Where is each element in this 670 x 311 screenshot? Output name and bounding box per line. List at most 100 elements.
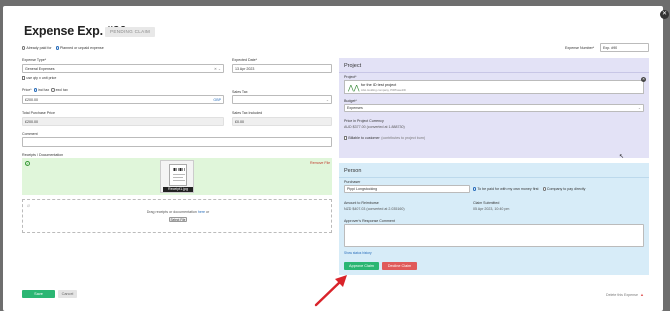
expected-date-label: Expected Date* <box>232 58 257 62</box>
project-label: Project* <box>344 75 357 79</box>
expense-type-label: Expense Type* <box>22 58 47 62</box>
billable-label: Billable to customer <box>348 136 380 140</box>
cancel-button[interactable]: Cancel <box>58 290 77 298</box>
receipt-line <box>173 180 185 181</box>
expense-modal: ✕ Expense Exp. #90 PENDING CLAIM Already… <box>3 6 669 311</box>
radio-own-money[interactable] <box>473 187 477 191</box>
remove-project-icon[interactable]: ✕ <box>641 77 646 82</box>
planned-label: Planned or unpaid expense <box>59 46 104 50</box>
price-value: £200.00 <box>25 98 38 102</box>
radio-company-pays[interactable] <box>542 187 546 191</box>
radio-already-paid[interactable] <box>22 46 26 50</box>
clear-chevron-icon[interactable]: ✕ ⌄ <box>214 65 221 72</box>
receipt-image <box>169 164 187 186</box>
budget-value: Expenses <box>347 106 363 110</box>
divider <box>339 72 649 73</box>
project-section-title: Project <box>344 63 362 69</box>
payment-mode-group: Already paid for Planned or unpaid expen… <box>22 46 104 50</box>
drop-text-prefix: Drag receipts or documentation <box>146 210 198 214</box>
expense-number-label: Expense Number* <box>565 46 595 50</box>
save-button[interactable]: Save <box>22 290 55 298</box>
billable-note: (contributes to project burn) <box>381 136 426 140</box>
radio-incl-tax[interactable] <box>33 88 37 92</box>
payer-options: To be paid for with my own money first C… <box>473 187 585 191</box>
radio-excl-tax[interactable] <box>51 88 55 92</box>
receipt-upload-area: ✓ Remove File Receipt1.jpg <box>22 158 332 195</box>
receipt-thumbnail[interactable]: Receipt1.jpg <box>160 160 194 193</box>
price-label: Price* <box>22 88 32 92</box>
receipt-filename: Receipt1.jpg <box>163 187 193 192</box>
receipts-label: Receipts / Documentation <box>22 153 64 157</box>
sales-tax-included-label: Sales Tax Included <box>232 111 263 115</box>
drop-text-suffix: or <box>205 210 210 214</box>
remove-file-link[interactable]: Remove File <box>310 161 330 165</box>
radio-planned[interactable] <box>55 46 59 50</box>
receipt-drop-zone[interactable]: ⌀ Drag receipts or documentation here or… <box>22 199 332 233</box>
expected-date-field[interactable]: 13 Apr 2023 <box>232 64 332 73</box>
annotation-arrow-icon <box>314 275 347 307</box>
sales-tax-included-value: £0.00 <box>232 117 332 126</box>
purchaser-field[interactable]: Pippi Longstocking <box>344 185 470 193</box>
select-file-button[interactable]: Select File <box>169 217 187 222</box>
project-sub: AGL Holding company, P0Phase2ID <box>361 88 406 92</box>
barcode-icon <box>173 168 185 171</box>
close-icon[interactable]: ✕ <box>660 10 669 19</box>
project-panel: Project Project* ⋀⋀ for the ID test proj… <box>339 58 649 158</box>
person-panel: Person Purchaser Pippi Longstocking To b… <box>339 163 649 275</box>
approver-comment-label: Approver's Response Comment <box>344 219 395 223</box>
drop-instructions: Drag receipts or documentation here or <box>23 210 333 214</box>
project-select[interactable]: ⋀⋀ for the ID test project AGL Holding c… <box>344 80 644 94</box>
project-logo-icon: ⋀⋀ <box>348 85 360 92</box>
reimburse-label: Amount to Reimburse <box>344 201 379 205</box>
already-paid-label: Already paid for <box>26 46 52 50</box>
divider <box>339 177 649 178</box>
price-in-currency-label: Price in Project Currency <box>344 119 384 123</box>
chevron-down-icon: ⌄ <box>325 98 329 102</box>
drop-here-link[interactable]: here <box>198 210 205 214</box>
budget-label: Budget* <box>344 99 357 103</box>
delete-expense-link[interactable]: Delete this Expense ▲ <box>606 292 644 297</box>
check-circle-icon: ✓ <box>25 161 30 166</box>
warning-icon: ▲ <box>639 292 644 297</box>
claim-submitted-value: 05 Apr 2023, 10:40 pm <box>473 207 510 211</box>
currency-select[interactable]: GBP <box>213 96 221 103</box>
receipt-line <box>173 174 185 175</box>
claim-submitted-label: Claim Submitted <box>473 201 500 205</box>
excl-tax-label: excl tax <box>55 88 68 92</box>
approver-comment-textarea[interactable] <box>344 224 644 247</box>
delete-expense-label: Delete this Expense <box>606 292 638 297</box>
expense-type-value: General Expenses <box>25 67 55 71</box>
person-section-title: Person <box>344 168 362 174</box>
price-label-row: Price* incl tax excl tax <box>22 88 68 92</box>
total-price-label: Total Purchase Price <box>22 111 55 115</box>
use-qty-row: use qty x unit price <box>22 76 56 80</box>
use-qty-checkbox[interactable] <box>22 76 26 80</box>
reimburse-value: NZD $407.03 (converted at 2.035160) <box>344 207 405 211</box>
billable-checkbox[interactable] <box>344 136 348 140</box>
paperclip-icon: ⌀ <box>27 203 31 209</box>
expense-number-field[interactable]: Exp. #90 <box>600 43 649 52</box>
own-money-label: To be paid for with my own money first <box>477 187 539 191</box>
incl-tax-label: incl tax <box>37 88 50 92</box>
expense-type-select[interactable]: General Expenses ✕ ⌄ <box>22 64 224 73</box>
show-status-history-link[interactable]: Show status history <box>344 251 372 255</box>
decline-claim-button[interactable]: Decline Claim <box>382 262 417 270</box>
project-name: for the ID test project <box>361 83 397 87</box>
total-price-value: £200.00 <box>22 117 224 126</box>
comment-textarea[interactable] <box>22 137 332 147</box>
sales-tax-select[interactable]: ⌄ <box>232 95 332 104</box>
price-in-currency-value: AUD $377.00 (converted at 1.888730) <box>344 125 405 129</box>
receipt-line <box>173 177 183 178</box>
mouse-cursor-icon: ↖ <box>619 154 625 160</box>
status-badge: PENDING CLAIM <box>105 27 156 37</box>
approve-claim-button[interactable]: Approve Claim <box>344 262 379 270</box>
chevron-down-icon: ⌄ <box>637 106 641 110</box>
price-field[interactable]: £200.00 GBP <box>22 95 224 104</box>
purchaser-label: Purchaser <box>344 180 361 184</box>
use-qty-label: use qty x unit price <box>26 76 57 80</box>
company-pays-label: Company to pay directly <box>546 187 586 191</box>
billable-row: Billable to customer (contributes to pro… <box>344 136 425 140</box>
sales-tax-label: Sales Tax <box>232 90 248 94</box>
comment-label: Comment <box>22 132 38 136</box>
budget-select[interactable]: Expenses ⌄ <box>344 104 644 112</box>
